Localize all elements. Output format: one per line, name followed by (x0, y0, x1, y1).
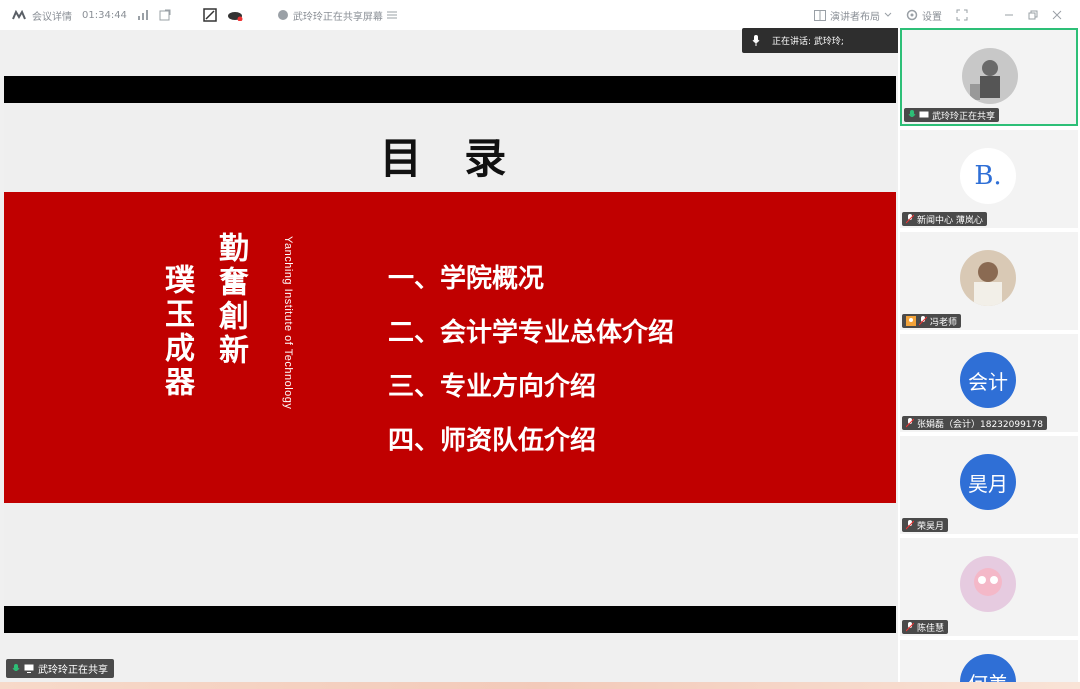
participant-name: 武玲玲正在共享 (932, 111, 996, 122)
sharing-indicator-label: 武玲玲正在共享 (38, 665, 108, 676)
table-of-contents: 一、学院概况 二、会计学专业总体介绍 三、专业方向介绍 四、师资队伍介绍 (388, 252, 674, 468)
speaking-name: 武玲玲; (813, 37, 844, 47)
mic-muted-icon (919, 316, 927, 326)
layout-button[interactable]: 演讲者布局 (814, 8, 892, 23)
mic-icon (908, 110, 916, 120)
calligraphy-motto-left: 璞玉成器 (159, 264, 194, 400)
letterbox-top (4, 76, 896, 103)
participant-label: 陈佳慧 (902, 620, 949, 634)
toc-item: 四、师资队伍介绍 (388, 426, 597, 456)
avatar (962, 48, 1018, 104)
meeting-details-button[interactable]: 会议详情 (12, 8, 72, 23)
annotate-icon[interactable] (203, 8, 217, 22)
layout-icon (814, 9, 826, 21)
slide: 目 录 勤奮創新 璞玉成器 Yanching Institute of Tech… (4, 103, 896, 606)
participant-name: 荣昊月 (917, 521, 945, 532)
participant-tile[interactable]: 冯老师 (900, 232, 1078, 330)
avatar: B. (960, 148, 1016, 204)
menu-icon (386, 11, 397, 19)
settings-button[interactable]: 设置 (906, 8, 942, 23)
participant-name: 新闻中心 薄岚心 (917, 215, 983, 226)
participant-list: 武玲玲正在共享 B. 新闻中心 薄岚心 冯老师 会计 张娟磊（会计）182320… (898, 28, 1080, 682)
avatar: 昊月 (960, 454, 1016, 510)
settings-label: 设置 (922, 11, 942, 23)
gear-icon (906, 9, 918, 21)
elapsed-time: 01:34:44 (82, 9, 127, 21)
mic-muted-icon (906, 622, 914, 632)
sharing-indicator: 武玲玲正在共享 (6, 659, 114, 678)
participant-tile[interactable]: B. 新闻中心 薄岚心 (900, 130, 1078, 228)
cloud-record-icon[interactable] (227, 9, 243, 21)
title-bar: 会议详情 01:34:44 武玲玲正在共享屏幕 演讲者布局 设置 (0, 0, 1080, 30)
participant-tile[interactable]: 何美 (900, 640, 1078, 682)
screen-share-icon (919, 111, 929, 120)
avatar (960, 556, 1016, 612)
sharing-status-label: 武玲玲正在共享屏幕 (292, 11, 383, 23)
mic-muted-icon (906, 214, 914, 224)
letterbox-bottom (4, 606, 896, 633)
close-icon[interactable] (1052, 10, 1062, 20)
speaking-label: 正在讲话: (772, 37, 812, 47)
chevron-down-icon (884, 12, 892, 18)
avatar-text: 昊月 (968, 471, 1008, 496)
participant-tile[interactable]: 昊月 荣昊月 (900, 436, 1078, 534)
mic-muted-icon (906, 520, 914, 530)
toc-item: 一、学院概况 (388, 264, 545, 294)
institute-name: Yanching Institute of Technology (282, 236, 294, 410)
avatar-text: 何美 (968, 668, 1008, 683)
avatar (960, 250, 1016, 306)
calligraphy-motto-right: 勤奮創新 (213, 232, 248, 368)
avatar-text: 会计 (968, 369, 1008, 394)
restore-icon[interactable] (1028, 10, 1038, 20)
minimize-icon[interactable] (1004, 10, 1014, 20)
window-bottom-edge (0, 682, 1080, 689)
app-logo-icon (12, 10, 28, 20)
slide-red-band: 勤奮創新 璞玉成器 Yanching Institute of Technolo… (4, 192, 896, 503)
participant-tile[interactable]: 武玲玲正在共享 (900, 28, 1078, 126)
screen-share-icon (24, 664, 34, 673)
toc-item: 三、专业方向介绍 (388, 372, 597, 402)
shared-screen: 目 录 勤奮創新 璞玉成器 Yanching Institute of Tech… (0, 30, 898, 682)
sharing-status[interactable]: 武玲玲正在共享屏幕 (277, 8, 397, 23)
meeting-details-label: 会议详情 (32, 11, 72, 23)
speaking-banner: 正在讲话: 武玲玲; (742, 28, 923, 53)
popout-icon[interactable] (159, 9, 171, 21)
participant-tile[interactable]: 陈佳慧 (900, 538, 1078, 636)
participant-label: 张娟磊（会计）18232099178 (902, 416, 1047, 430)
participant-name: 冯老师 (930, 317, 958, 328)
participant-name: 陈佳慧 (917, 623, 945, 634)
participant-tile[interactable]: 会计 张娟磊（会计）18232099178 (900, 334, 1078, 432)
participant-label: 荣昊月 (902, 518, 949, 532)
participant-name: 张娟磊（会计）18232099178 (917, 419, 1043, 430)
participant-label: 新闻中心 薄岚心 (902, 212, 987, 226)
avatar-text: B. (974, 161, 1002, 191)
mic-icon (752, 35, 760, 46)
mic-icon (12, 663, 20, 674)
signal-icon (137, 10, 149, 20)
participant-label: 武玲玲正在共享 (904, 108, 1000, 122)
participant-label: 冯老师 (902, 314, 962, 328)
slide-title: 目 录 (379, 134, 521, 183)
toc-item: 二、会计学专业总体介绍 (388, 318, 675, 348)
avatar: 何美 (960, 654, 1016, 682)
fullscreen-icon[interactable] (956, 9, 968, 21)
host-icon (906, 316, 916, 326)
screen-share-icon (277, 9, 289, 21)
layout-label: 演讲者布局 (830, 11, 880, 23)
avatar: 会计 (960, 352, 1016, 408)
mic-muted-icon (906, 418, 914, 428)
